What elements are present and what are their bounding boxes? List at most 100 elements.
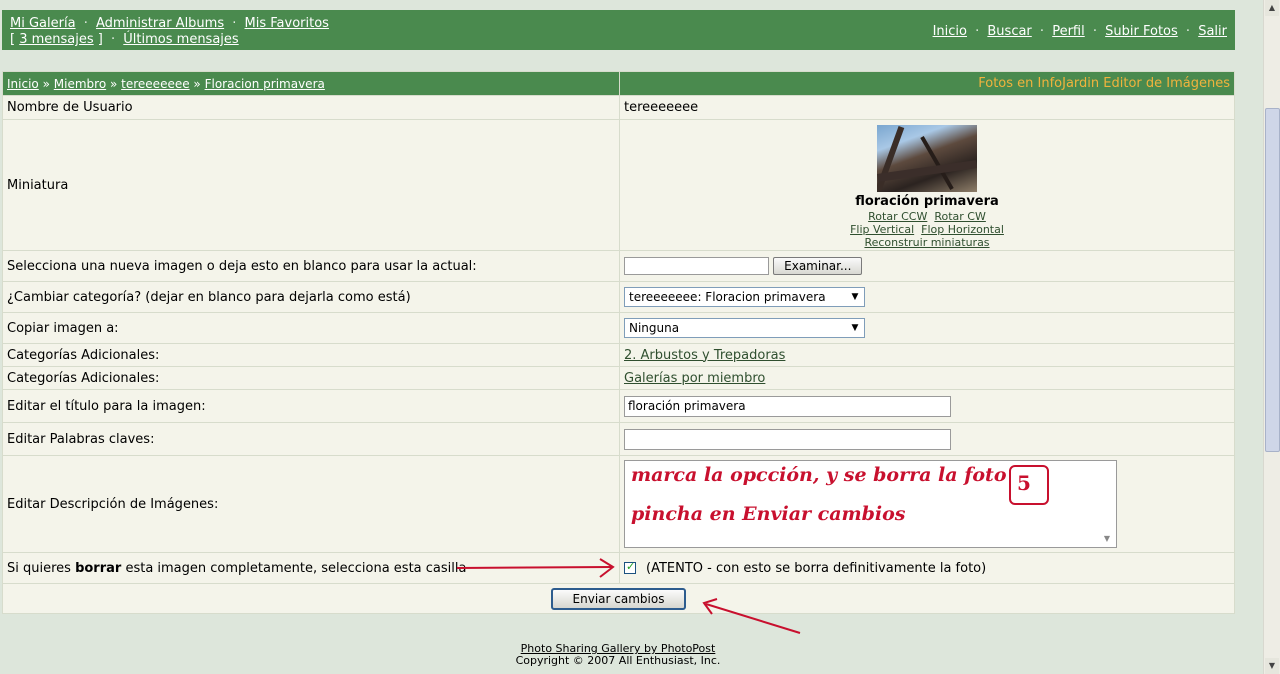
title-cell (619, 389, 1235, 423)
nav-separator: · (83, 16, 88, 31)
top-nav-bar: Mi Galería · Administrar Albums · Mis Fa… (2, 10, 1235, 50)
category-selected-value: tereeeeeee: Floracion primavera (629, 290, 826, 304)
file-path-input[interactable] (624, 257, 769, 275)
nav-separator: · (1092, 24, 1098, 39)
my-gallery-link[interactable]: Mi Galería (10, 16, 76, 31)
extra-category-row-2: Categorías Adicionales: Galerías por mie… (2, 366, 1235, 390)
description-label: Editar Descripción de Imágenes: (2, 455, 620, 553)
copy-selected-value: Ninguna (629, 321, 680, 335)
copy-image-label: Copiar imagen a: (2, 312, 620, 344)
thumbnail-caption: floración primavera (855, 193, 999, 209)
delete-checkbox[interactable]: ✓ (624, 560, 636, 574)
home-link[interactable]: Inicio (933, 24, 967, 39)
username-row: Nombre de Usuario tereeeeeee (2, 95, 1235, 120)
breadcrumb-item-album[interactable]: Floracion primavera (205, 77, 325, 91)
rotate-cw-link[interactable]: Rotar CW (934, 210, 986, 223)
extra-category-link[interactable]: Galerías por miembro (624, 371, 765, 386)
top-nav-right: Inicio · Buscar · Perfil · Subir Fotos ·… (933, 24, 1227, 39)
favorites-link[interactable]: Mis Favoritos (245, 16, 329, 31)
extra-category-link[interactable]: 2. Arbustos y Trepadoras (624, 348, 785, 363)
scrollbar-thumb[interactable] (1265, 108, 1280, 452)
description-textarea[interactable]: marca la opcción, y se borra la foto pin… (624, 460, 1117, 548)
thumbnail-row: Miniatura floración primavera Rotar CCW … (2, 119, 1235, 251)
description-row: Editar Descripción de Imágenes: marca la… (2, 455, 1235, 553)
submit-row: Enviar cambios (2, 583, 1235, 614)
scroll-down-icon: ▼ (1103, 534, 1111, 543)
delete-label-pre: Si quieres (7, 560, 76, 576)
delete-label: Si quieres borrar esta imagen completame… (2, 552, 620, 584)
nav-separator: · (1185, 24, 1191, 39)
breadcrumb-item-home[interactable]: Inicio (7, 77, 39, 91)
nav-separator: · (111, 32, 116, 47)
extra-category-cell: Galerías por miembro (619, 366, 1235, 390)
keywords-cell (619, 422, 1235, 456)
extra-category-row-1: Categorías Adicionales: 2. Arbustos y Tr… (2, 343, 1235, 367)
search-link[interactable]: Buscar (987, 24, 1031, 39)
delete-label-bold: borrar (75, 560, 122, 576)
thumbnail-image[interactable] (877, 124, 977, 192)
delete-note: (ATENTO - con esto se borra definitivame… (646, 560, 987, 576)
thumbnail-label: Miniatura (2, 119, 620, 251)
scroll-down-icon[interactable]: ▼ (1265, 658, 1279, 674)
logout-link[interactable]: Salir (1198, 24, 1227, 39)
title-label: Editar el título para la imagen: (2, 389, 620, 423)
nav-separator: · (1039, 24, 1045, 39)
vertical-scrollbar[interactable]: ▲ ▼ (1263, 0, 1280, 674)
edit-image-form: Inicio » Miembro » tereeeeeee » Floracio… (2, 71, 1235, 614)
upload-photos-link[interactable]: Subir Fotos (1105, 24, 1178, 39)
profile-link[interactable]: Perfil (1052, 24, 1085, 39)
keywords-label: Editar Palabras claves: (2, 422, 620, 456)
page-title: Fotos en InfoJardin Editor de Imágenes (619, 71, 1235, 96)
category-row: ¿Cambiar categoría? (dejar en blanco par… (2, 281, 1235, 313)
step-number-badge: 5 (1009, 465, 1049, 505)
category-select[interactable]: tereeeeeee: Floracion primavera ▼ (624, 287, 865, 307)
bracket-open: [ (10, 32, 16, 47)
browse-button[interactable]: Examinar... (773, 257, 863, 275)
copy-cell: Ninguna ▼ (619, 312, 1235, 344)
delete-cell: ✓ (ATENTO - con esto se borra definitivam… (619, 552, 1235, 584)
nav-separator: · (232, 16, 237, 31)
bracket-close: ] (97, 32, 103, 47)
checkmark-icon: ✓ (626, 560, 636, 573)
extra-category-cell: 2. Arbustos y Trepadoras (619, 343, 1235, 367)
rebuild-thumbnails-link[interactable]: Reconstruir miniaturas (864, 236, 989, 249)
annotation-line-2: pincha en Enviar cambios (631, 503, 906, 525)
messages-link[interactable]: 3 mensajes (19, 32, 93, 47)
breadcrumb-separator: » (42, 76, 50, 91)
flip-vertical-link[interactable]: Flip Vertical (850, 223, 914, 236)
flop-horizontal-link[interactable]: Flop Horizontal (921, 223, 1004, 236)
chevron-down-icon: ▼ (851, 292, 859, 302)
breadcrumb-item-user[interactable]: tereeeeeee (121, 77, 189, 91)
extra-category-label: Categorías Adicionales: (2, 343, 620, 367)
breadcrumb-item-member[interactable]: Miembro (54, 77, 106, 91)
annotation-line-1: marca la opcción, y se borra la foto (631, 464, 1007, 486)
submit-cell: Enviar cambios (2, 583, 1235, 614)
username-value: tereeeeeee (619, 95, 1235, 120)
footer: Photo Sharing Gallery by PhotoPost Copyr… (0, 643, 1236, 667)
extra-category-label: Categorías Adicionales: (2, 366, 620, 390)
keywords-input[interactable] (624, 428, 951, 450)
title-input[interactable] (624, 395, 951, 417)
delete-label-post: esta imagen completamente, selecciona es… (121, 560, 467, 576)
breadcrumb-row: Inicio » Miembro » tereeeeeee » Floracio… (2, 71, 1235, 96)
category-cell: tereeeeeee: Floracion primavera ▼ (619, 281, 1235, 313)
submit-changes-button[interactable]: Enviar cambios (550, 587, 687, 610)
rotate-ccw-link[interactable]: Rotar CCW (868, 210, 927, 223)
change-category-label: ¿Cambiar categoría? (dejar en blanco par… (2, 281, 620, 313)
top-nav-left-line2: [ 3 mensajes ] · Últimos mensajes (10, 32, 239, 47)
chevron-down-icon: ▼ (851, 323, 859, 333)
thumbnail-cell: floración primavera Rotar CCW Rotar CW F… (619, 119, 1235, 251)
keywords-row: Editar Palabras claves: (2, 422, 1235, 456)
description-cell: marca la opcción, y se borra la foto pin… (619, 455, 1235, 553)
breadcrumb-separator: » (109, 76, 118, 91)
copy-image-select[interactable]: Ninguna ▼ (624, 318, 865, 338)
manage-albums-link[interactable]: Administrar Albums (96, 16, 224, 31)
new-image-cell: Examinar... (619, 250, 1235, 282)
footer-copyright: Copyright © 2007 All Enthusiast, Inc. (515, 654, 721, 667)
latest-messages-link[interactable]: Últimos mensajes (123, 32, 238, 47)
scroll-up-icon[interactable]: ▲ (1265, 0, 1279, 16)
thumbnail-block: floración primavera Rotar CCW Rotar CW F… (624, 124, 1230, 249)
nav-separator: · (975, 24, 980, 39)
copy-row: Copiar imagen a: Ninguna ▼ (2, 312, 1235, 344)
breadcrumb-separator: » (193, 76, 201, 91)
